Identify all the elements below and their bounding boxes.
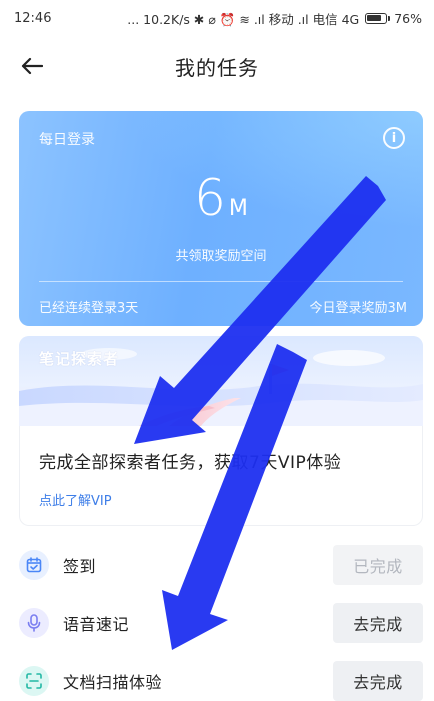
doc-scan-go-button[interactable]: 去完成 [333, 661, 423, 701]
reward-space-number: 6 [194, 169, 227, 227]
battery-icon [365, 12, 388, 24]
task-row-voice-note: 语音速记 去完成 [19, 603, 423, 643]
status-time: 12:46 [14, 10, 52, 26]
calendar-icon [19, 550, 49, 580]
reward-space-value: 6M [19, 169, 423, 227]
scan-icon [19, 666, 49, 696]
microphone-icon [19, 608, 49, 638]
nav-bar: 我的任务 [0, 36, 434, 96]
task-label: 语音速记 [63, 615, 130, 634]
today-reward-text: 今日登录奖励3M [309, 301, 408, 316]
card-divider [39, 281, 403, 282]
vip-info-link[interactable]: 点此了解VIP [39, 490, 112, 509]
login-streak-text: 已经连续登录3天 [39, 301, 139, 316]
battery-percent: 76% [394, 10, 422, 26]
status-indicators: ... 10.2K/s ✱ ⌀ ⏰ ≋ .ıl 移动 .ıl 电信 4G 76% [127, 9, 422, 28]
daily-login-label: 每日登录 [39, 132, 95, 148]
explorer-title: 笔记探索者 [39, 350, 120, 368]
daily-login-card: 每日登录 i 6M 共领取奖励空间 已经连续登录3天 今日登录奖励3M [19, 111, 423, 326]
status-bar: 12:46 ... 10.2K/s ✱ ⌀ ⏰ ≋ .ıl 移动 .ıl 电信 … [0, 0, 434, 36]
task-label: 签到 [63, 557, 97, 576]
arrow-left-icon [21, 57, 43, 75]
explorer-description: 完成全部探索者任务，获取7天VIP体验 [39, 453, 342, 473]
reward-space-caption: 共领取奖励空间 [175, 249, 267, 264]
sign-in-done-button[interactable]: 已完成 [333, 545, 423, 585]
task-label: 文档扫描体验 [63, 673, 163, 692]
task-row-doc-scan: 文档扫描体验 去完成 [19, 661, 423, 701]
info-icon[interactable]: i [383, 127, 405, 149]
page-title: 我的任务 [175, 55, 259, 80]
battery-tip [388, 15, 391, 21]
reward-space-unit: M [228, 196, 248, 221]
note-explorer-card[interactable]: 笔记探索者 完成全部探索者任务，获取7天VIP体验 点此了解VIP [19, 336, 423, 526]
status-info: ... 10.2K/s ✱ ⌀ ⏰ ≋ .ıl 移动 .ıl 电信 4G [127, 11, 360, 27]
explorer-banner: 笔记探索者 [19, 336, 423, 426]
voice-note-go-button[interactable]: 去完成 [333, 603, 423, 643]
back-button[interactable] [16, 50, 48, 82]
task-row-sign-in: 签到 已完成 [19, 545, 423, 585]
